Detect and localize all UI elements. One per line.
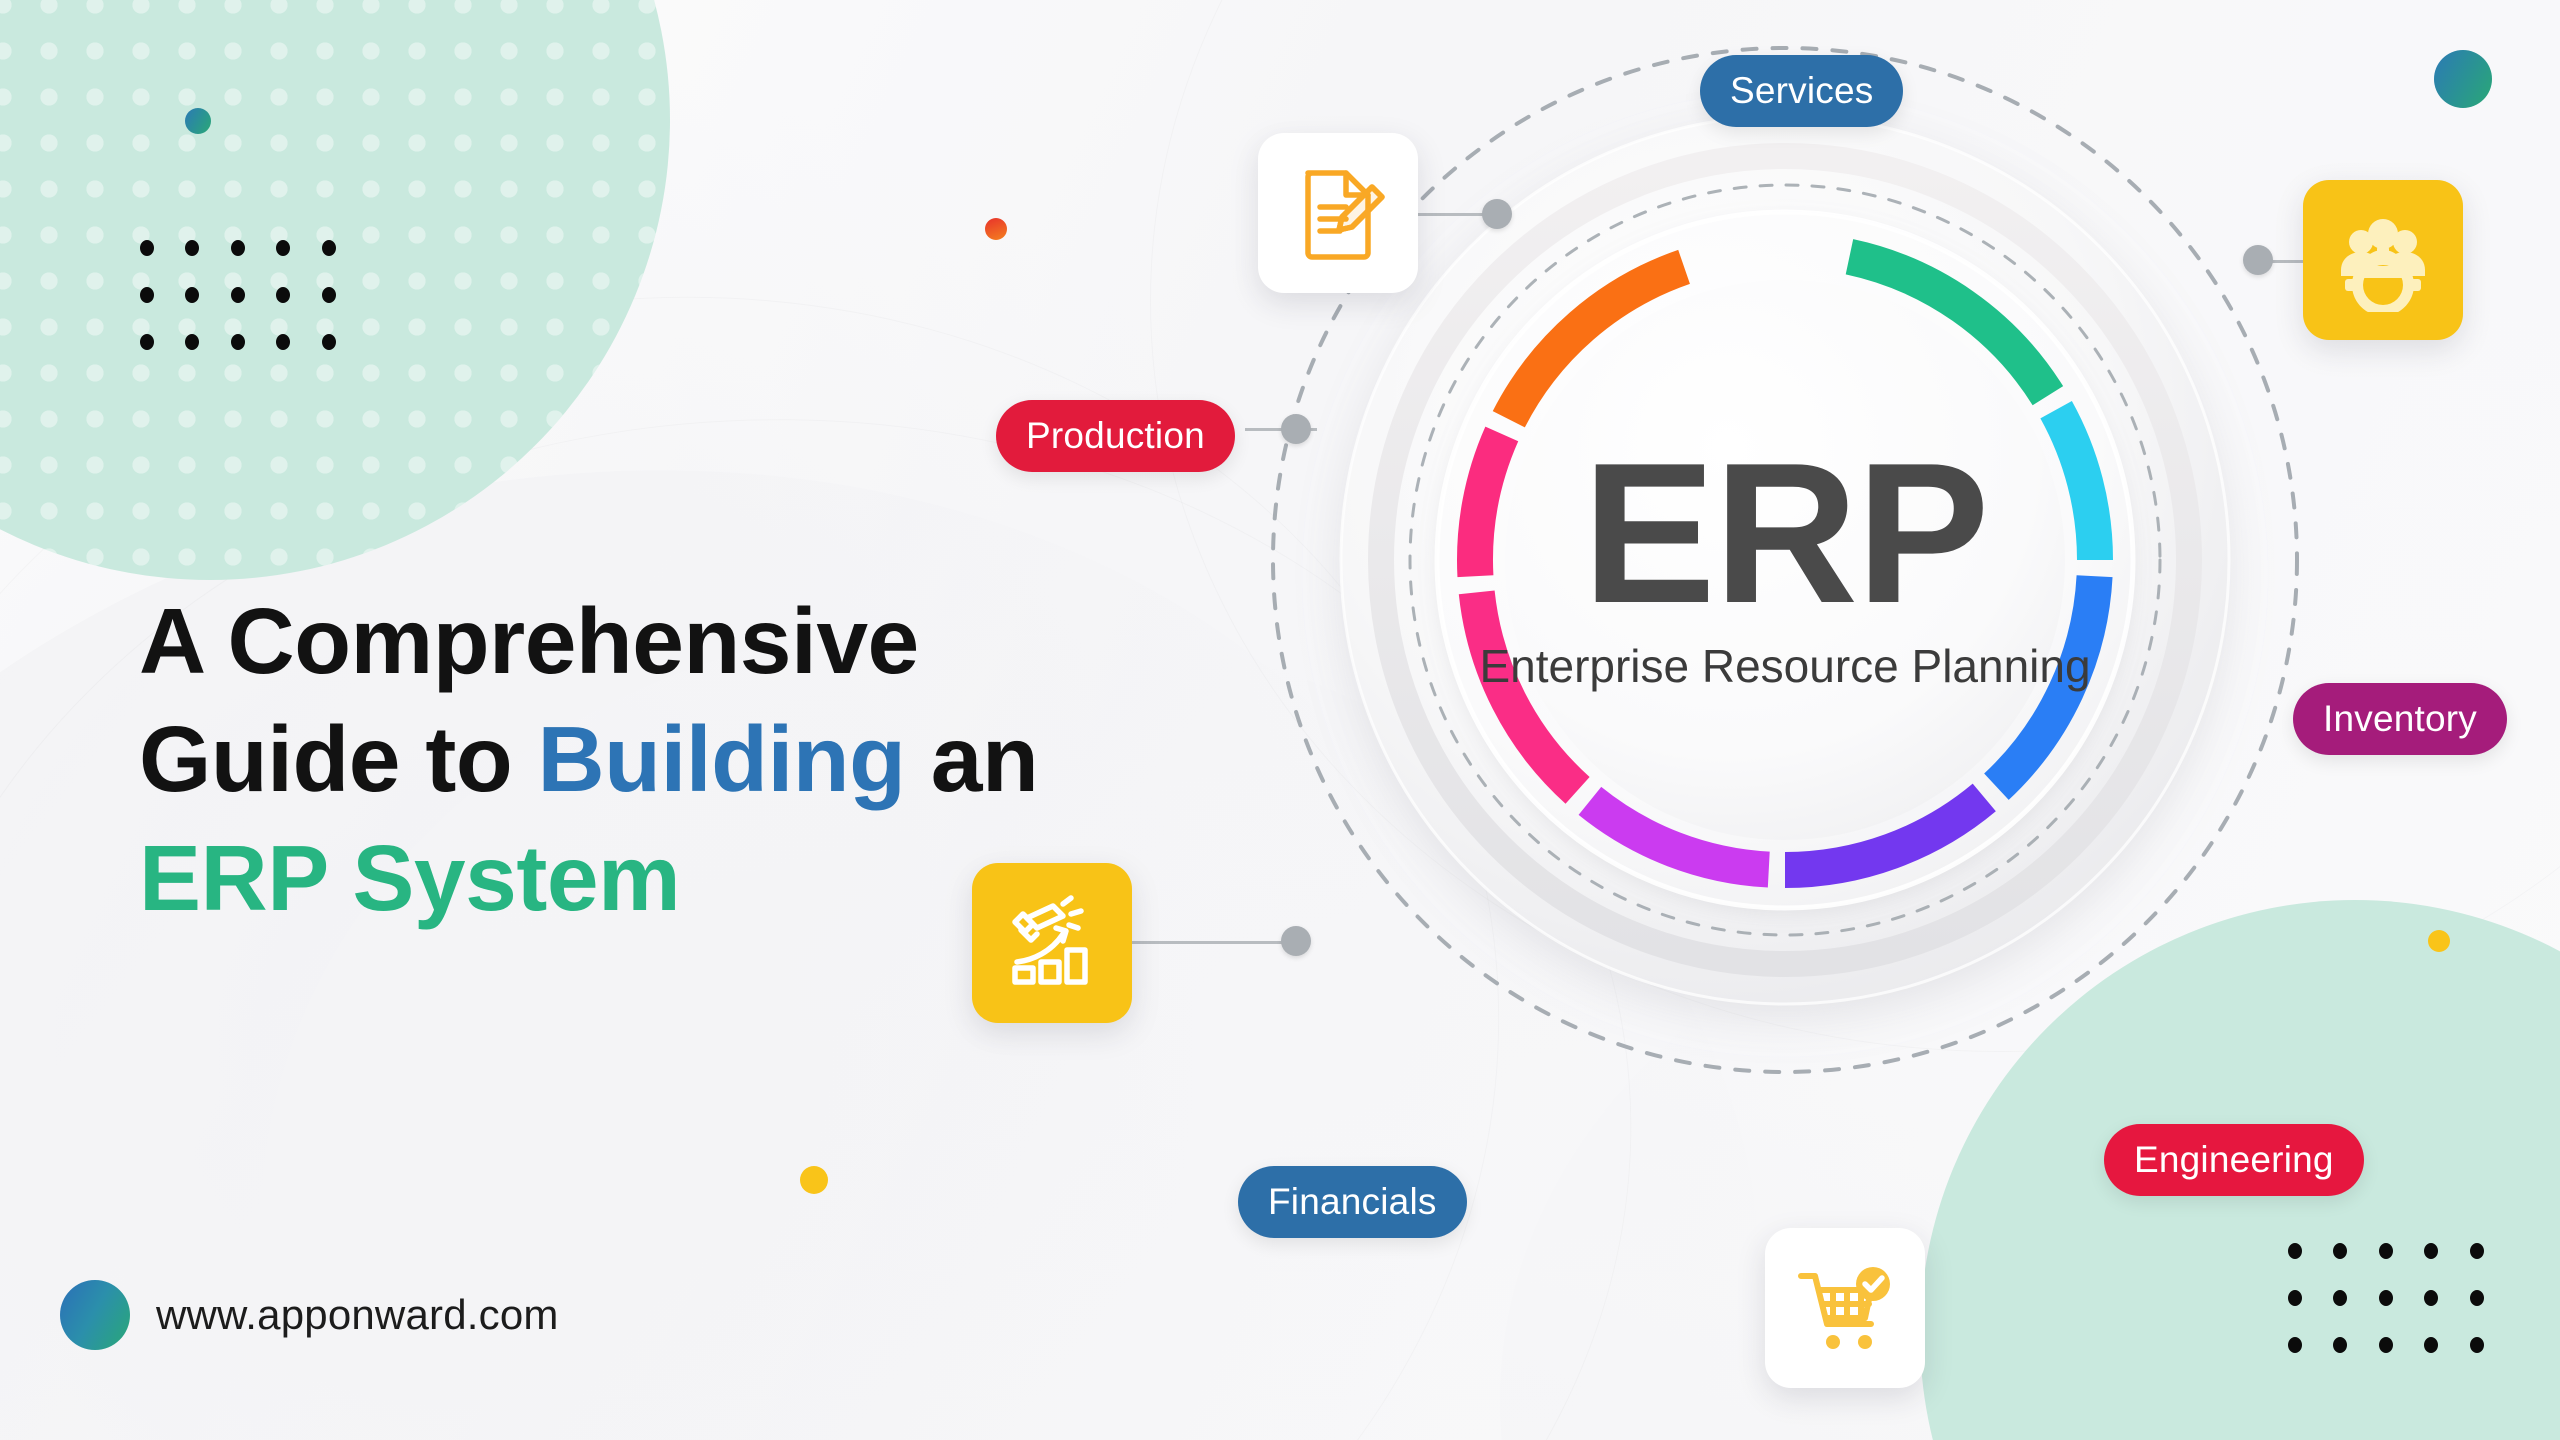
banner-canvas: A Comprehensive Guide to Building an ERP… (0, 0, 2560, 1440)
knob-marketing (1281, 926, 1311, 956)
module-pill-engineering[interactable]: Engineering (2104, 1124, 2364, 1196)
headline-line-2-c: an (905, 707, 1039, 812)
icon-card-marketing-growth[interactable] (972, 863, 1132, 1023)
module-pill-label: Financials (1268, 1181, 1437, 1222)
icon-card-document-edit[interactable] (1258, 133, 1418, 293)
website-url: www.apponward.com (156, 1291, 559, 1338)
icon-card-cart-check[interactable] (1765, 1228, 1925, 1388)
connector-marketing (1132, 941, 1294, 944)
team-gear-icon (2331, 208, 2435, 312)
document-edit-icon (1288, 163, 1388, 263)
module-pill-financials[interactable]: Financials (1238, 1166, 1467, 1238)
yellow-dot-left (800, 1166, 828, 1194)
knob-document (1482, 199, 1512, 229)
icon-card-team-gear[interactable] (2303, 180, 2463, 340)
teal-dot-topright (2434, 50, 2492, 108)
module-pill-production[interactable]: Production (996, 400, 1235, 472)
module-pill-label: Inventory (2323, 698, 2477, 739)
brand-logo-icon (60, 1280, 130, 1350)
knob-production (1281, 414, 1311, 444)
dot-grid-bottom-right (2288, 1243, 2484, 1353)
yellow-dot-right (2428, 930, 2450, 952)
red-dot (985, 218, 1007, 240)
footer: www.apponward.com (60, 1280, 559, 1350)
headline-line-2-a: Guide to (139, 707, 538, 812)
teal-dot-topleft (185, 108, 211, 134)
marketing-growth-icon (1001, 892, 1103, 994)
module-pill-inventory[interactable]: Inventory (2293, 683, 2507, 755)
dot-grid-top-left (140, 240, 336, 350)
headline-line-3: ERP System (139, 825, 681, 930)
erp-title: ERP (1582, 422, 1987, 645)
module-pill-services[interactable]: Services (1700, 55, 1904, 127)
module-pill-label: Production (1026, 415, 1205, 456)
headline-highlight-building: Building (537, 707, 906, 812)
erp-subtitle: Enterprise Resource Planning (1479, 640, 2090, 692)
headline-line-1: A Comprehensive (139, 589, 919, 694)
module-pill-label: Services (1730, 70, 1874, 111)
module-pill-label: Engineering (2134, 1139, 2334, 1180)
knob-team (2243, 245, 2273, 275)
cart-check-icon (1793, 1256, 1897, 1360)
